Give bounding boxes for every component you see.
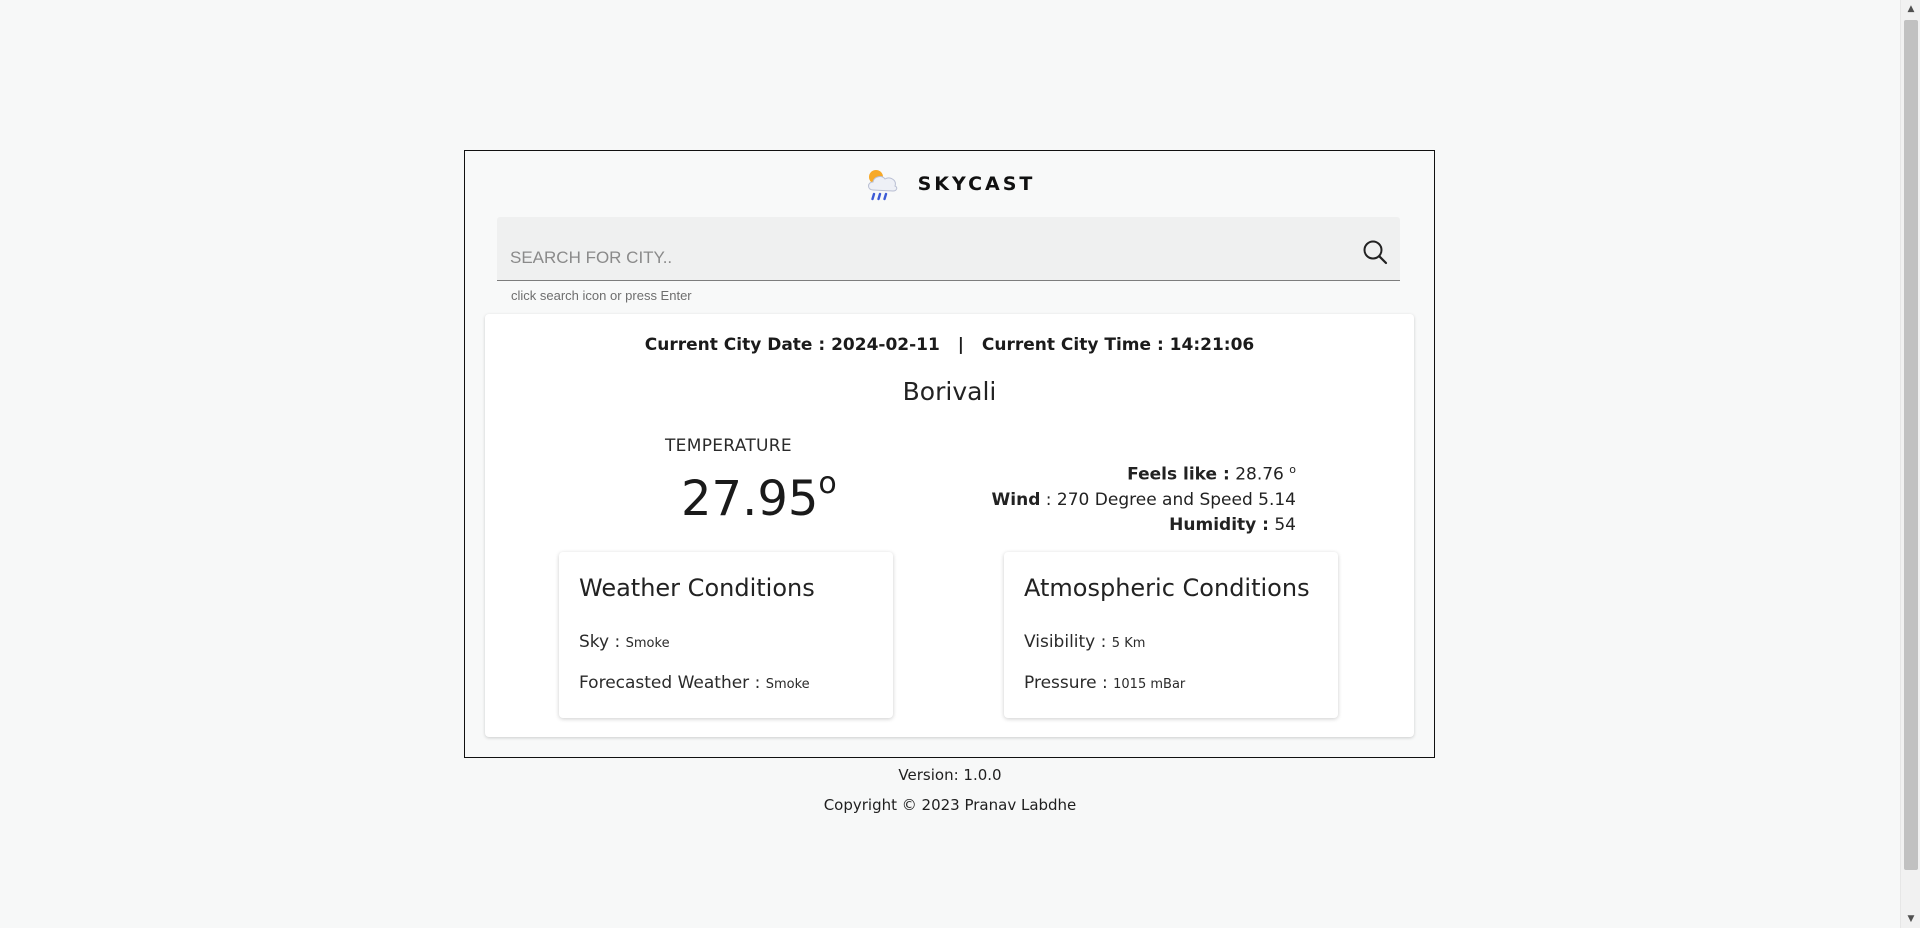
app-container: SKYCAST click search icon or press Enter… [464,150,1435,758]
scroll-up-arrow-icon[interactable]: ▲ [1901,0,1920,18]
date-time-line: Current City Date : 2024-02-11 | Current… [485,335,1414,355]
forecast-value: Smoke [765,677,810,692]
humidity-label: Humidity : [1169,514,1269,535]
temperature-value: 27.95o [681,466,837,527]
search-button[interactable] [1360,237,1390,267]
weather-conditions-card: Weather Conditions Sky : Smoke Forecaste… [559,552,893,718]
weather-card: Current City Date : 2024-02-11 | Current… [485,314,1414,737]
brand-header: SKYCAST [465,164,1434,204]
weather-conditions-title: Weather Conditions [579,574,815,602]
scrollbar[interactable]: ▲ ▼ [1900,0,1920,928]
cloud-sun-rain-icon [867,170,897,201]
temperature-label: TEMPERATURE [665,436,792,456]
temperature-number: 27.95 [681,471,819,527]
visibility-label: Visibility : [1024,632,1107,652]
date-value: 2024-02-11 [831,335,940,355]
humidity-row: Humidity : 54 [992,513,1296,538]
wind-label: Wind [991,489,1041,510]
scroll-down-arrow-icon[interactable]: ▼ [1901,910,1920,928]
search-input[interactable] [510,243,1330,273]
forecast-row: Forecasted Weather : Smoke [579,673,810,693]
copyright-text: Copyright © 2023 Pranav Labdhe [823,796,1077,814]
feels-like-row: Feels like : 28.76 o [992,457,1296,488]
sky-label: Sky : [579,632,621,652]
time-label: Current City Time : [981,335,1164,355]
visibility-row: Visibility : 5 Km [1024,632,1145,652]
atmospheric-conditions-card: Atmospheric Conditions Visibility : 5 Km… [1004,552,1338,718]
wind-row: Wind : 270 Degree and Speed 5.14 [992,488,1296,513]
search-icon[interactable] [1362,239,1388,265]
page: SKYCAST click search icon or press Enter… [0,0,1920,928]
search-field[interactable] [497,217,1400,281]
sky-row: Sky : Smoke [579,632,670,652]
pressure-row: Pressure : 1015 mBar [1024,673,1185,693]
visibility-value: 5 Km [1111,636,1146,651]
city-name: Borivali [902,377,997,406]
date-label: Current City Date : [644,335,826,355]
humidity-value: 54 [1274,514,1296,535]
version-text: Version: 1.0.0 [898,766,1002,784]
wind-value: : 270 Degree and Speed 5.14 [1045,489,1296,510]
scrollbar-thumb[interactable] [1904,20,1918,870]
forecast-label: Forecasted Weather : [579,673,761,693]
feels-like-degree: o [1289,463,1296,476]
degree-symbol: o [818,466,837,501]
pressure-value: 1015 mBar [1113,677,1186,692]
feels-like-label: Feels like : [1127,464,1230,485]
app-name: SKYCAST [917,173,1036,195]
feels-like-value: 28.76 [1235,464,1284,485]
sky-value: Smoke [625,636,670,651]
weather-details: Feels like : 28.76 o Wind : 270 Degree a… [992,457,1296,538]
search-helper-text: click search icon or press Enter [511,288,692,303]
pressure-label: Pressure : [1024,673,1108,693]
separator: | [957,335,964,355]
time-value: 14:21:06 [1169,335,1255,355]
atmospheric-conditions-title: Atmospheric Conditions [1024,574,1310,602]
